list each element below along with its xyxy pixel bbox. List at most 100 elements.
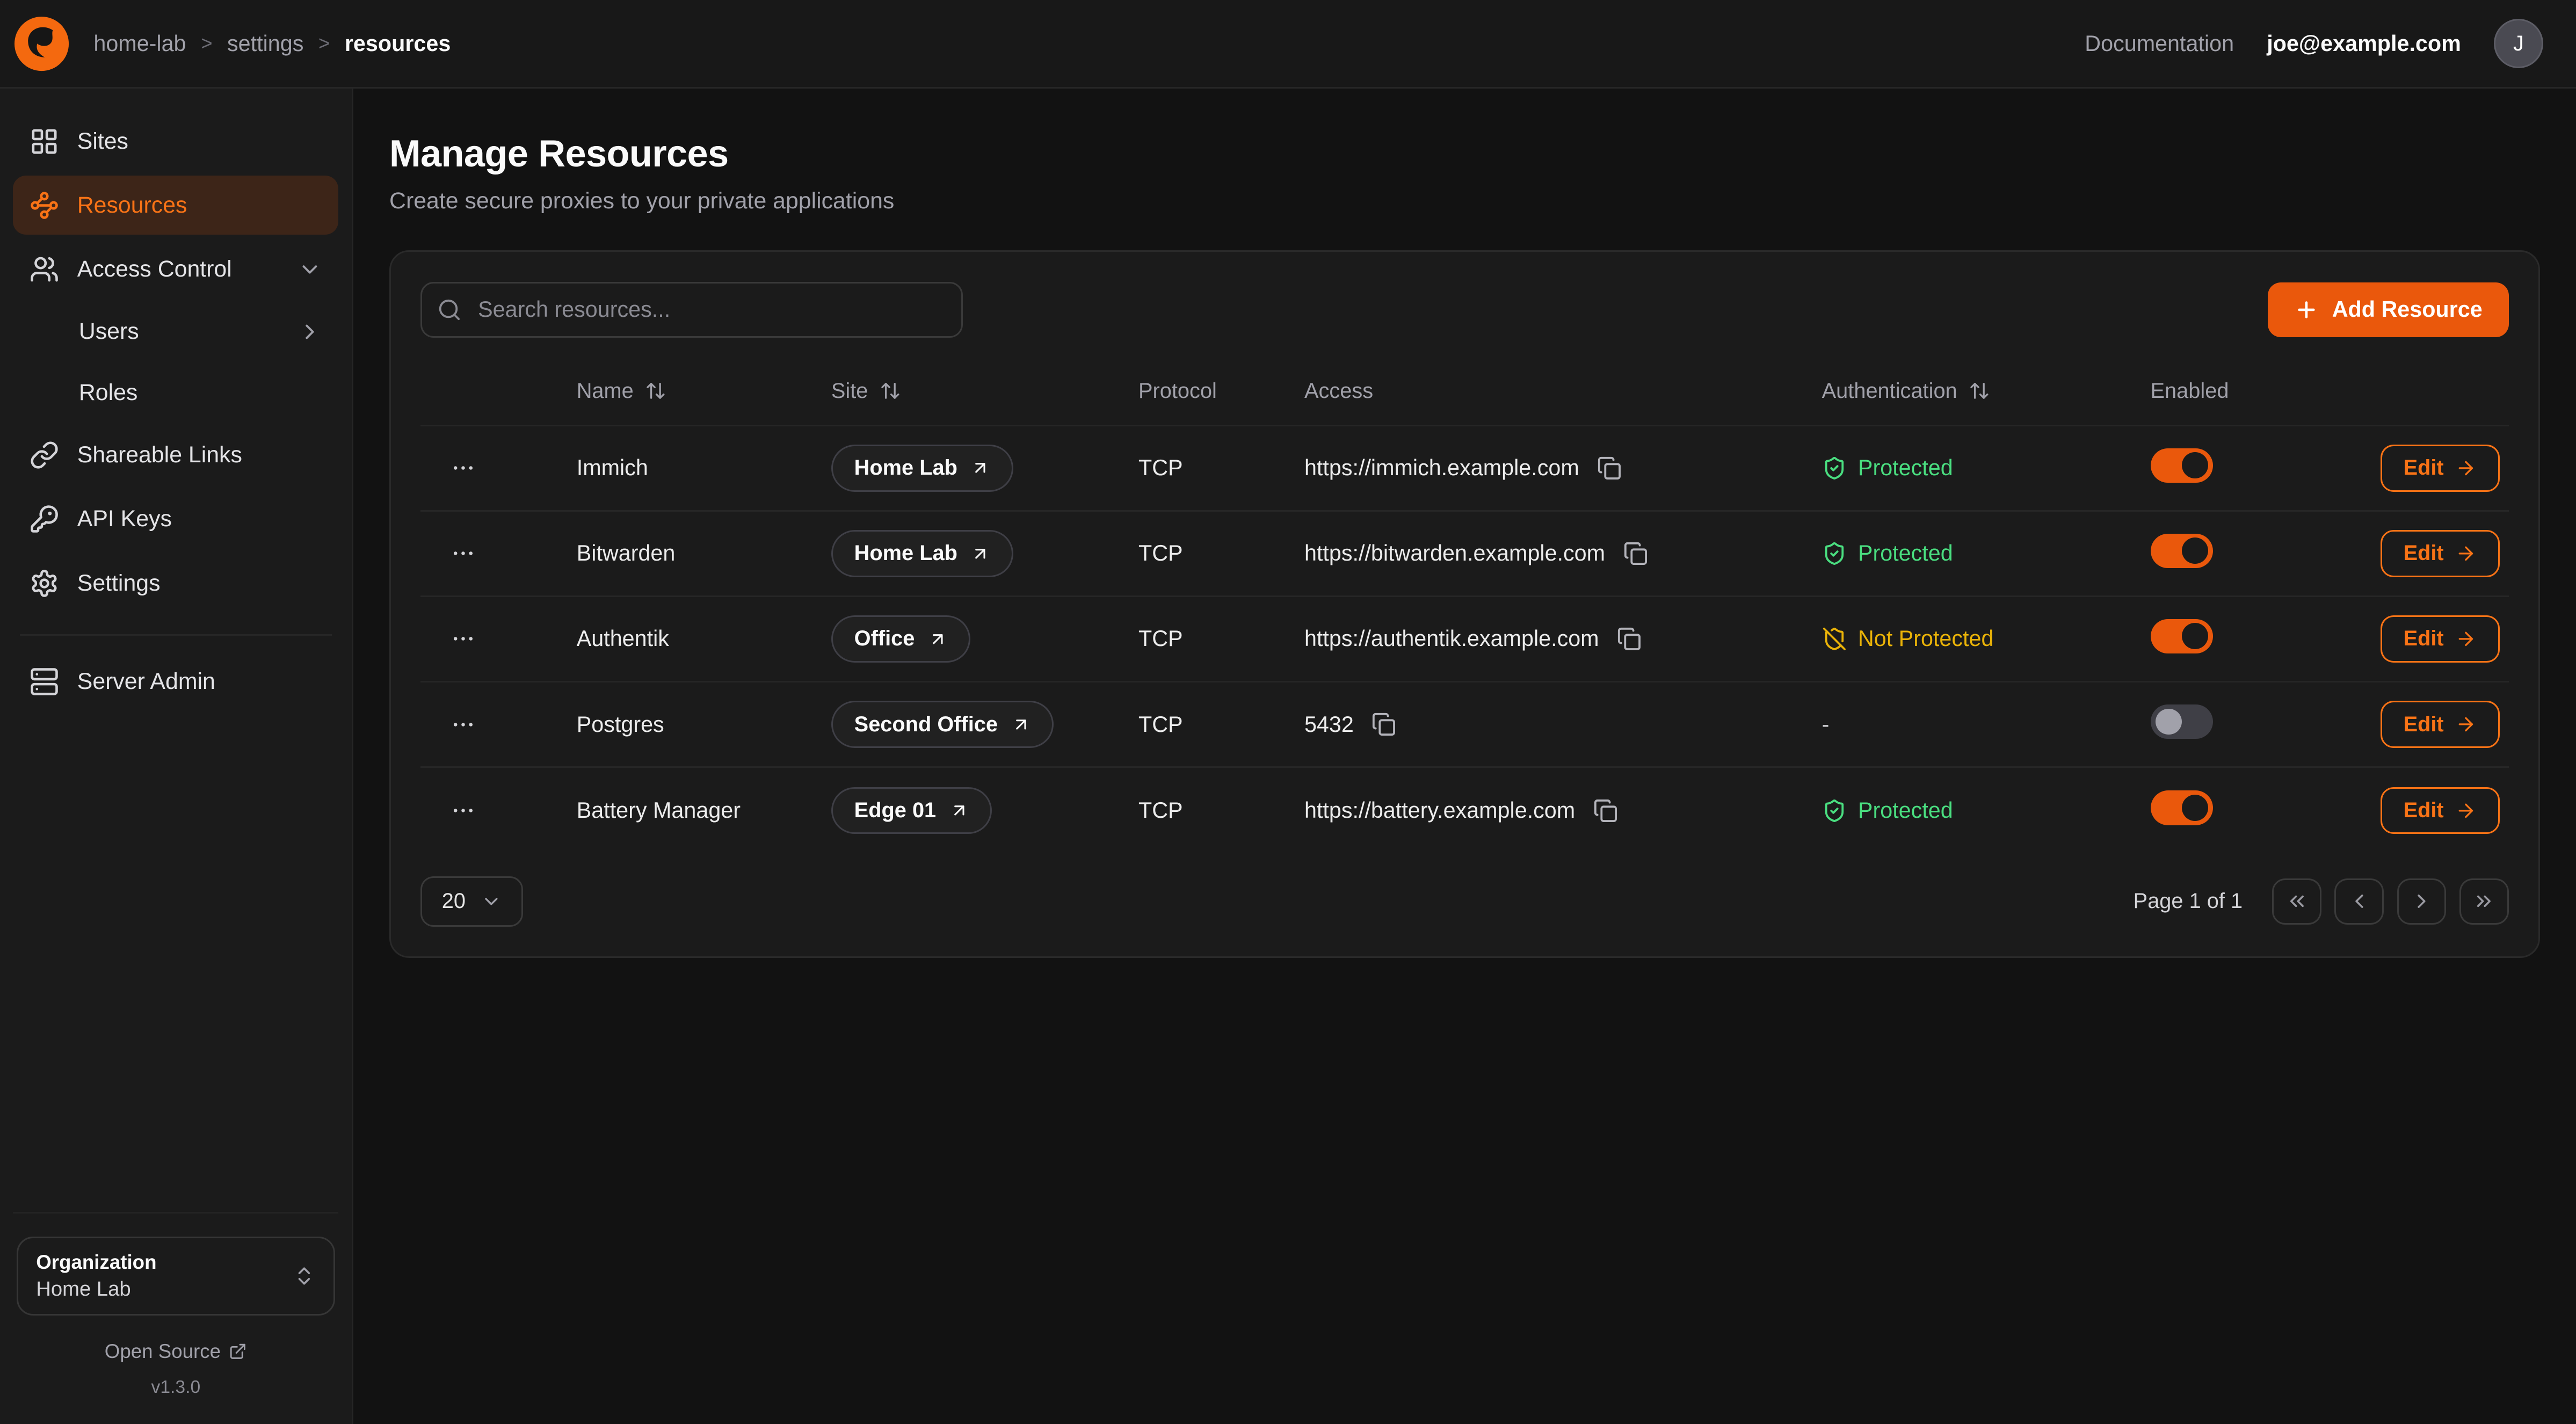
enabled-toggle[interactable]: [2151, 790, 2213, 825]
breadcrumb-separator: >: [201, 32, 212, 55]
shield-off-icon: [1822, 627, 1847, 651]
grid-icon: [30, 127, 59, 156]
edit-button[interactable]: Edit: [2381, 445, 2500, 492]
arrow-up-right-icon: [928, 629, 948, 649]
app-logo-icon[interactable]: [13, 15, 70, 72]
row-menu-button[interactable]: [444, 619, 483, 658]
copy-icon[interactable]: [1620, 538, 1651, 569]
documentation-link[interactable]: Documentation: [2085, 31, 2234, 56]
auth-status: Protected: [1822, 541, 2151, 566]
column-label: Name: [577, 379, 634, 403]
waypoints-icon: [30, 191, 59, 220]
sidebar-item-settings[interactable]: Settings: [13, 554, 338, 613]
open-source-link[interactable]: Open Source: [17, 1340, 336, 1363]
search-icon: [437, 297, 462, 322]
site-link[interactable]: Office: [831, 615, 970, 663]
sidebar-item-label: Access Control: [77, 256, 232, 282]
column-header-site[interactable]: Site: [831, 379, 1138, 403]
row-menu-button[interactable]: [444, 534, 483, 573]
chevron-down-icon: [481, 891, 502, 912]
avatar[interactable]: J: [2494, 19, 2543, 68]
site-link[interactable]: Second Office: [831, 701, 1054, 748]
site-name: Second Office: [854, 713, 998, 737]
sort-icon: [645, 380, 666, 402]
link-icon: [30, 440, 59, 470]
search-input[interactable]: [420, 282, 963, 338]
org-selector[interactable]: Organization Home Lab: [17, 1237, 336, 1316]
page-size-select[interactable]: 20: [420, 876, 523, 927]
page-info: Page 1 of 1: [2134, 889, 2243, 913]
protocol: TCP: [1138, 712, 1304, 737]
external-link-icon: [229, 1342, 247, 1361]
shield-check-icon: [1822, 456, 1847, 481]
table-header-row: Name Site Protocol Access Authentication…: [420, 357, 2509, 426]
edit-label: Edit: [2404, 456, 2444, 480]
auth-status: Not Protected: [1822, 626, 2151, 651]
site-link[interactable]: Home Lab: [831, 530, 1013, 577]
column-header-authentication[interactable]: Authentication: [1822, 379, 2151, 403]
access-url: https://immich.example.com: [1304, 455, 1579, 481]
add-resource-label: Add Resource: [2332, 297, 2483, 322]
enabled-toggle[interactable]: [2151, 704, 2213, 739]
breadcrumb-org[interactable]: home-lab: [93, 31, 186, 56]
chevron-right-icon: [297, 319, 322, 344]
first-page-button[interactable]: [2272, 878, 2321, 925]
edit-button[interactable]: Edit: [2381, 615, 2500, 663]
topbar-right: Documentation joe@example.com J: [2085, 19, 2543, 68]
site-name: Edge 01: [854, 798, 937, 823]
enabled-toggle[interactable]: [2151, 534, 2213, 568]
sidebar-item-sites[interactable]: Sites: [13, 112, 338, 171]
column-label: Site: [831, 379, 868, 403]
sidebar-item-users[interactable]: Users: [13, 304, 338, 360]
sidebar: Sites Resources Access Control Users Rol…: [0, 89, 353, 1424]
site-name: Office: [854, 627, 915, 651]
site-link[interactable]: Edge 01: [831, 787, 992, 834]
last-page-button[interactable]: [2459, 878, 2509, 925]
app-root: home-lab > settings > resources Document…: [0, 0, 2576, 1424]
edit-button[interactable]: Edit: [2381, 787, 2500, 834]
arrow-up-right-icon: [970, 544, 990, 564]
access-url: https://bitwarden.example.com: [1304, 541, 1605, 566]
sidebar-item-resources[interactable]: Resources: [13, 176, 338, 235]
shield-check-icon: [1822, 541, 1847, 566]
resource-name: Postgres: [577, 712, 831, 737]
table-row: Authentik Office TCP https://authentik.e…: [420, 597, 2509, 682]
copy-icon[interactable]: [1368, 709, 1399, 740]
auth-status: Protected: [1822, 798, 2151, 823]
edit-label: Edit: [2404, 541, 2444, 565]
sidebar-item-access-control[interactable]: Access Control: [13, 240, 338, 299]
add-resource-button[interactable]: Add Resource: [2268, 282, 2508, 337]
search-wrap: [420, 282, 963, 338]
auth-status: Protected: [1822, 455, 2151, 481]
row-menu-button[interactable]: [444, 704, 483, 744]
org-label: Organization: [36, 1251, 156, 1274]
row-menu-button[interactable]: [444, 448, 483, 488]
sidebar-item-label: Resources: [77, 192, 187, 219]
breadcrumb: home-lab > settings > resources: [93, 31, 451, 56]
sidebar-item-shareable-links[interactable]: Shareable Links: [13, 425, 338, 484]
site-name: Home Lab: [854, 541, 957, 565]
edit-button[interactable]: Edit: [2381, 530, 2500, 577]
user-email[interactable]: joe@example.com: [2267, 31, 2461, 56]
sidebar-item-api-keys[interactable]: API Keys: [13, 490, 338, 549]
enabled-toggle[interactable]: [2151, 619, 2213, 653]
copy-icon[interactable]: [1594, 453, 1625, 484]
resource-name: Immich: [577, 455, 831, 481]
copy-icon[interactable]: [1590, 795, 1621, 826]
site-link[interactable]: Home Lab: [831, 445, 1013, 492]
edit-label: Edit: [2404, 713, 2444, 737]
main-content: Manage Resources Create secure proxies t…: [353, 89, 2576, 1424]
enabled-toggle[interactable]: [2151, 448, 2213, 483]
column-header-name[interactable]: Name: [577, 379, 831, 403]
copy-icon[interactable]: [1614, 623, 1645, 655]
users-icon: [30, 255, 59, 284]
edit-button[interactable]: Edit: [2381, 701, 2500, 748]
prev-page-button[interactable]: [2334, 878, 2384, 925]
row-menu-button[interactable]: [444, 791, 483, 830]
version-label: v1.3.0: [17, 1377, 336, 1398]
page-size-value: 20: [442, 889, 466, 913]
sidebar-item-roles[interactable]: Roles: [13, 365, 338, 420]
sidebar-item-server-admin[interactable]: Server Admin: [13, 652, 338, 711]
next-page-button[interactable]: [2397, 878, 2447, 925]
breadcrumb-settings[interactable]: settings: [227, 31, 303, 56]
